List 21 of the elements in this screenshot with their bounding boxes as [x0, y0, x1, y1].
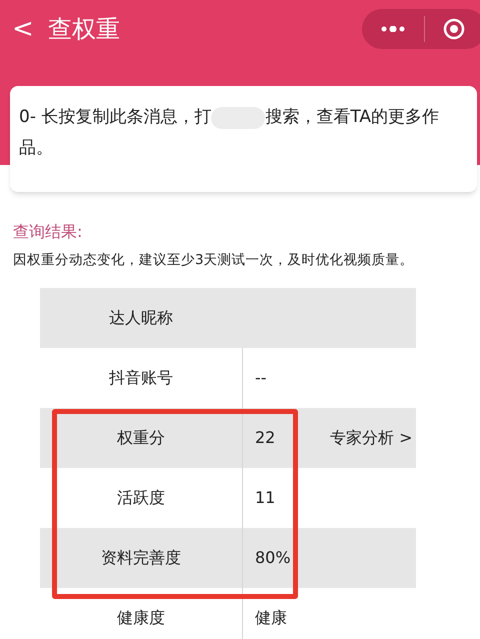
table-cell-text: --: [255, 367, 267, 389]
table-cell-text: 资料完善度: [101, 547, 181, 569]
table-cell-text: 健康度: [117, 607, 165, 629]
table-cell-text: 22: [255, 427, 276, 449]
table-cell-text: 活跃度: [117, 487, 165, 509]
table-cell-text: 达人昵称: [109, 307, 173, 329]
message-text: 品。: [19, 137, 53, 160]
table-cell-text: 80%: [255, 547, 291, 569]
table-cell-text: 11: [255, 487, 276, 509]
table-cell-text: 抖音账号: [109, 367, 173, 389]
message-text: 0- 长按复制此条消息，打: [19, 106, 212, 129]
page-title: 查权重: [48, 14, 120, 45]
table-cell-text: 权重分: [117, 427, 165, 449]
section-heading: 查询结果:: [13, 221, 84, 243]
close-icon[interactable]: [443, 18, 465, 40]
more-icon[interactable]: [381, 26, 405, 32]
message-text: 搜索，查看TA的更多作: [265, 106, 440, 129]
table-cell-text: 健康: [255, 607, 287, 629]
back-button[interactable]: <: [12, 10, 36, 48]
expert-analysis-link[interactable]: 专家分析 >: [330, 426, 412, 450]
notice-text: 因权重分动态变化，建议至少3天测试一次，及时优化视频质量。: [13, 251, 414, 270]
